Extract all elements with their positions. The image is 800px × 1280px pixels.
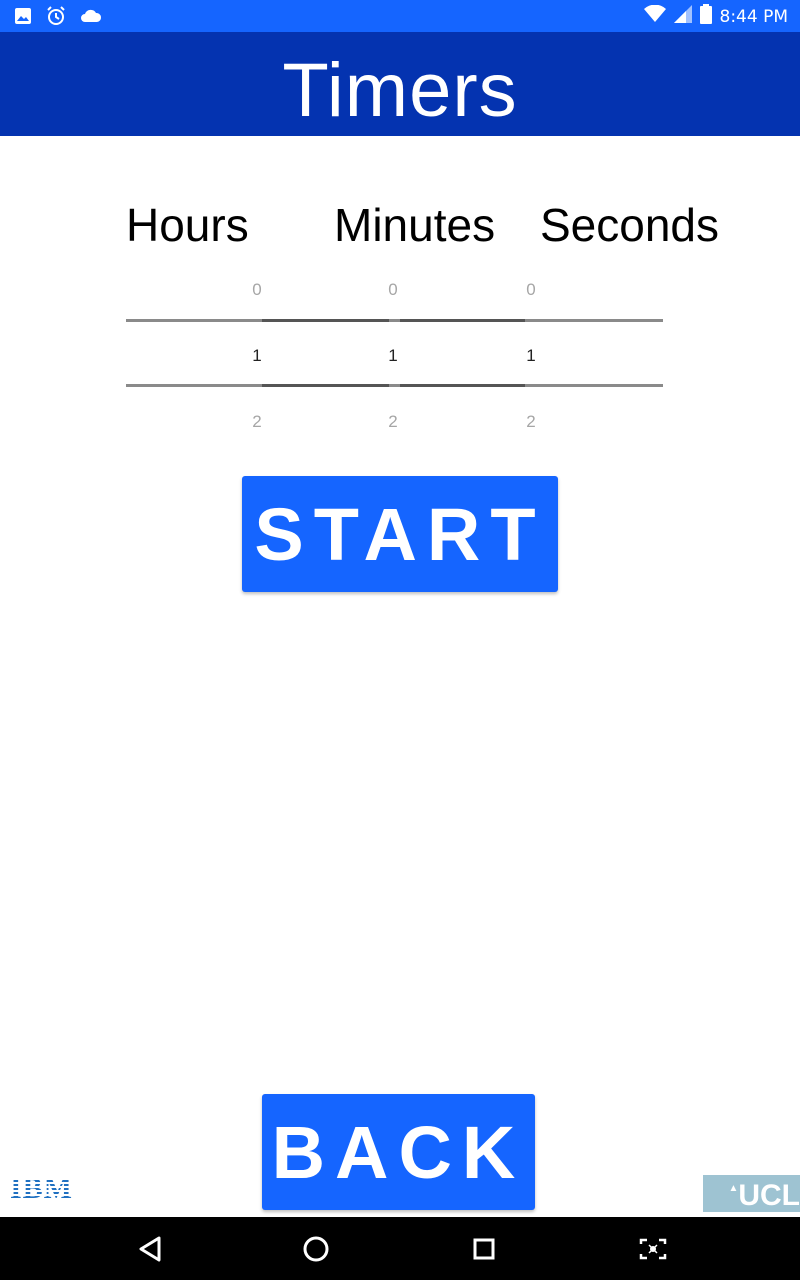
navigation-bar	[0, 1217, 800, 1280]
alarm-icon	[46, 6, 66, 31]
status-bar: 8:44 PM	[0, 0, 800, 32]
hours-next-value[interactable]: 2	[237, 412, 277, 432]
back-button[interactable]: BACK	[262, 1094, 535, 1210]
seconds-prev-value[interactable]: 0	[511, 280, 551, 300]
signal-icon	[673, 5, 692, 28]
status-system-icons: 8:44 PM	[643, 4, 789, 29]
ucl-portico-icon: ▲	[728, 1183, 739, 1194]
minutes-prev-value[interactable]: 0	[373, 280, 413, 300]
start-button[interactable]: START	[242, 476, 558, 592]
minutes-top-divider	[400, 319, 525, 322]
hours-top-divider	[262, 319, 389, 322]
minutes-next-value[interactable]: 2	[373, 412, 413, 432]
ibm-logo: IBM	[10, 1172, 73, 1205]
hours-prev-value[interactable]: 0	[237, 280, 277, 300]
picker-bottom-divider	[126, 384, 663, 387]
picker-top-divider	[126, 319, 663, 322]
title-bar: Timers	[0, 32, 800, 136]
ucl-logo-text: UCL	[738, 1179, 800, 1212]
screenshot-icon[interactable]	[635, 1231, 671, 1267]
battery-icon	[699, 4, 712, 29]
back-triangle-icon[interactable]	[132, 1231, 168, 1267]
recents-square-icon[interactable]	[466, 1231, 502, 1267]
seconds-label: Seconds	[540, 199, 720, 251]
image-icon	[14, 7, 32, 30]
seconds-selected-value[interactable]: 1	[511, 346, 551, 366]
cloud-icon	[80, 8, 102, 29]
minutes-selected-value[interactable]: 1	[373, 346, 413, 366]
home-circle-icon[interactable]	[298, 1231, 334, 1267]
hours-bottom-divider	[262, 384, 389, 387]
ucl-logo: ▲UCL	[703, 1175, 800, 1212]
minutes-label: Minutes	[334, 199, 496, 251]
minutes-bottom-divider	[400, 384, 525, 387]
page-title: Timers	[282, 48, 518, 133]
status-time: 8:44 PM	[719, 6, 789, 27]
wifi-icon	[643, 4, 666, 28]
status-notification-icons	[14, 6, 102, 31]
seconds-next-value[interactable]: 2	[511, 412, 551, 432]
hours-label: Hours	[126, 199, 249, 251]
hours-selected-value[interactable]: 1	[237, 346, 277, 366]
